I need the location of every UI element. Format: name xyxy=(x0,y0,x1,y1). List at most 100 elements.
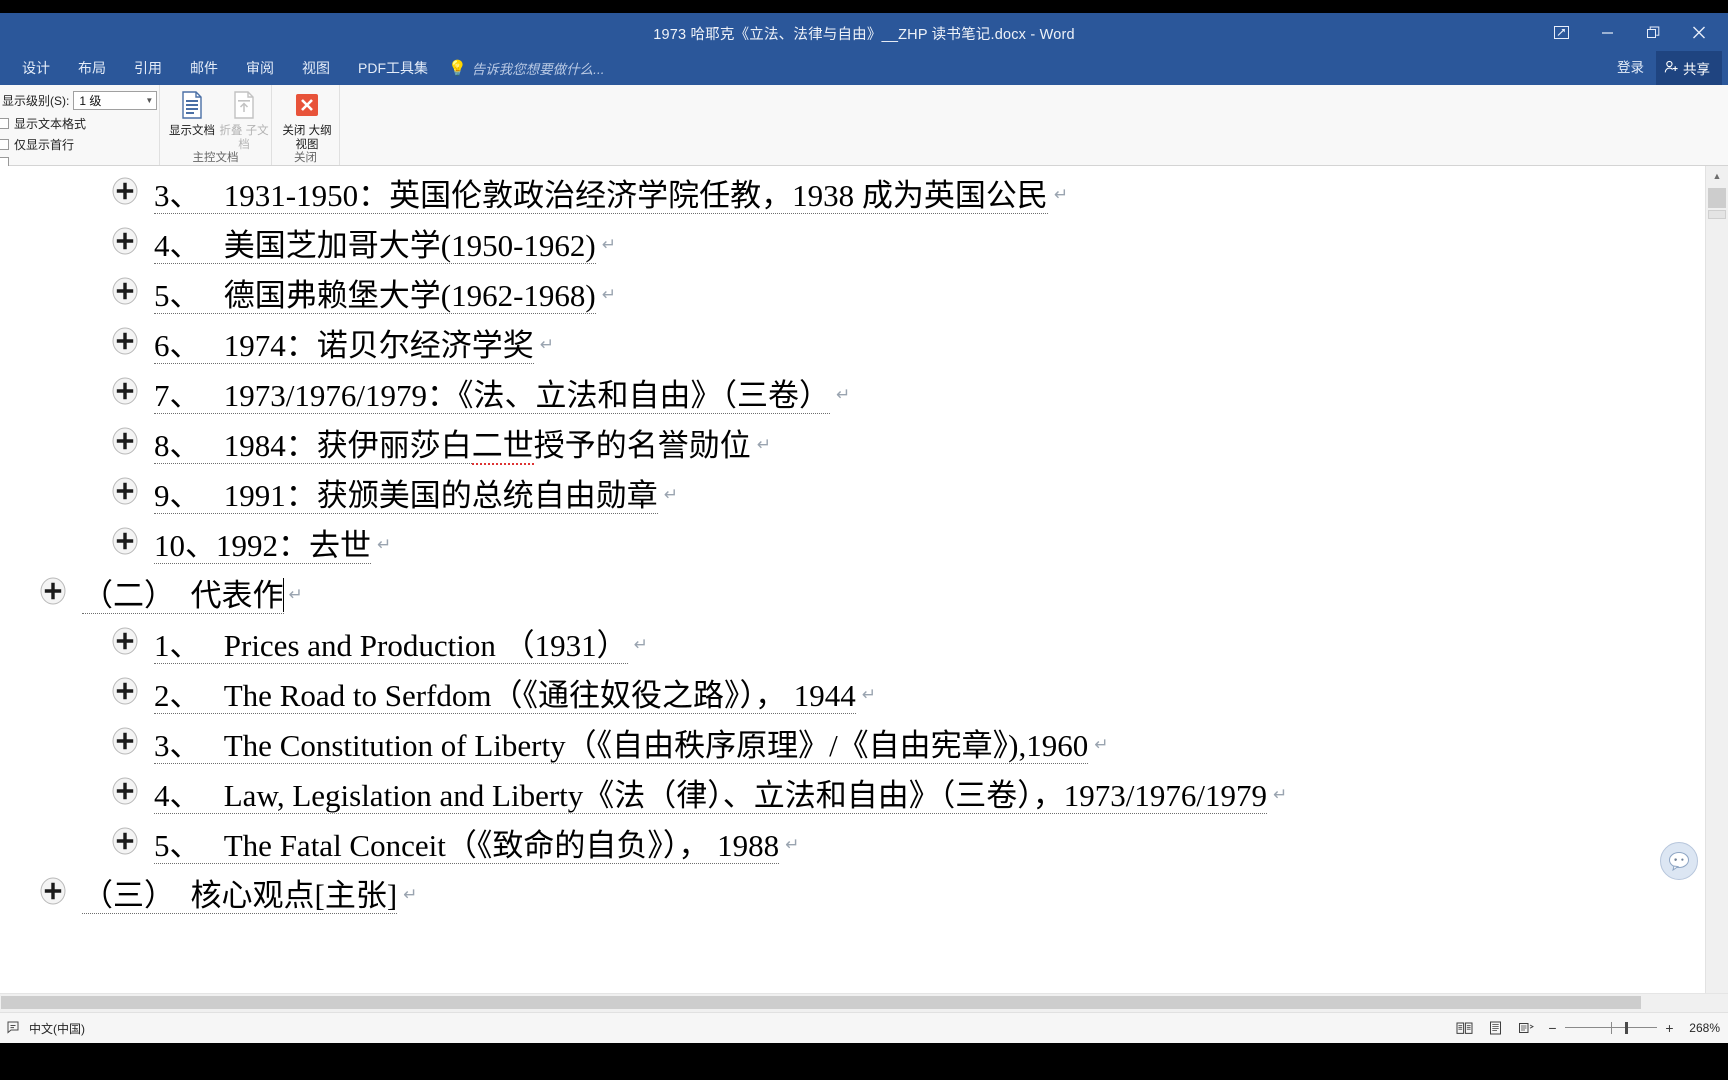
status-bar-right: − + 268% xyxy=(1454,1013,1720,1043)
outline-line[interactable]: 7、 1973/1976/1979：《法、立法和自由》（三卷） ↵ xyxy=(0,370,1706,420)
outline-line[interactable]: 4、 美国芝加哥大学(1950-1962) ↵ xyxy=(0,220,1706,270)
tab-review[interactable]: 审阅 xyxy=(232,51,288,85)
close-outline-view-button[interactable]: 关闭 大纲视图 xyxy=(280,89,334,152)
outline-line-text[interactable]: 4、 美国芝加哥大学(1950-1962) ↵ xyxy=(154,220,1706,270)
outline-line-text[interactable]: 2、 The Road to Serfdom（《通往奴役之路》）， 1944 ↵ xyxy=(154,670,1706,720)
outline-line[interactable]: 8、 1984：获伊丽莎白二世授予的名誉勋位 ↵ xyxy=(0,420,1706,470)
outline-line[interactable]: 6、 1974：诺贝尔经济学奖 ↵ xyxy=(0,320,1706,370)
account-area: 登录 共享 xyxy=(1607,51,1722,85)
print-layout-icon[interactable] xyxy=(1485,1019,1505,1037)
language-status[interactable]: 中文(中国) xyxy=(29,1020,85,1037)
vertical-scrollbar[interactable]: ▲ xyxy=(1705,166,1728,1012)
outline-line-text[interactable]: 5、 德国弗赖堡大学(1962-1968) ↵ xyxy=(154,270,1706,320)
outline-line-text[interactable]: 7、 1973/1976/1979：《法、立法和自由》（三卷） ↵ xyxy=(154,370,1706,420)
show-text-formatting-checkbox[interactable]: 显示文本格式 xyxy=(0,115,86,132)
tab-design[interactable]: 设计 xyxy=(8,51,64,85)
expand-plus-icon[interactable] xyxy=(110,776,140,806)
scroll-up-arrow-icon[interactable]: ▲ xyxy=(1706,166,1728,186)
zoom-level-label[interactable]: 268% xyxy=(1682,1021,1720,1035)
ribbon-tabs: 设计 布局 引用 邮件 审阅 视图 PDF工具集 💡 告诉我您想要做什么... xyxy=(8,51,614,85)
vertical-scroll-thumb[interactable] xyxy=(1708,188,1726,208)
outline-line-text[interactable]: 5、 The Fatal Conceit（《致命的自负》）， 1988 ↵ xyxy=(154,820,1706,870)
expand-plus-icon[interactable] xyxy=(38,876,68,906)
outline-content[interactable]: 3、 1931-1950：英国伦敦政治经济学院任教，1938 成为英国公民 ↵ 4、… xyxy=(0,166,1706,1012)
tab-mailings[interactable]: 邮件 xyxy=(176,51,232,85)
outline-line-text[interactable]: （三） 核心观点[主张] ↵ xyxy=(82,870,1706,920)
outline-line[interactable]: 9、 1991：获颁美国的总统自由勋章 ↵ xyxy=(0,470,1706,520)
zoom-out-button[interactable]: − xyxy=(1547,1020,1558,1036)
checkbox-box-icon xyxy=(0,139,9,150)
expand-plus-icon[interactable] xyxy=(110,326,140,356)
outline-line-text[interactable]: 4、 Law, Legislation and Liberty《法（律）、立法和… xyxy=(154,770,1706,820)
web-layout-icon[interactable] xyxy=(1516,1019,1536,1037)
expand-plus-icon[interactable] xyxy=(110,726,140,756)
outline-line-text[interactable]: 8、 1984：获伊丽莎白二世授予的名誉勋位 ↵ xyxy=(154,420,1706,470)
paragraph-mark-icon: ↵ xyxy=(539,335,554,354)
share-button[interactable]: 共享 xyxy=(1656,51,1722,85)
outline-line[interactable]: 10、1992：去世 ↵ xyxy=(0,520,1706,570)
outline-line[interactable]: 3、 1931-1950：英国伦敦政治经济学院任教，1938 成为英国公民 ↵ xyxy=(0,170,1706,220)
expand-plus-icon[interactable] xyxy=(110,476,140,506)
expand-plus-icon[interactable] xyxy=(110,826,140,856)
close-button[interactable] xyxy=(1676,16,1722,48)
outline-line-text[interactable]: 9、 1991：获颁美国的总统自由勋章 ↵ xyxy=(154,470,1706,520)
expand-plus-icon[interactable] xyxy=(110,376,140,406)
outline-line[interactable]: 1、 Prices and Production （1931） ↵ xyxy=(0,620,1706,670)
outline-line[interactable]: 3、 The Constitution of Liberty（《自由秩序原理》/… xyxy=(0,720,1706,770)
expand-plus-icon[interactable] xyxy=(110,176,140,206)
zoom-in-button[interactable]: + xyxy=(1664,1020,1675,1036)
outline-line-text[interactable]: 3、 The Constitution of Liberty（《自由秩序原理》/… xyxy=(154,720,1706,770)
sign-in-button[interactable]: 登录 xyxy=(1607,51,1654,85)
tab-layout[interactable]: 布局 xyxy=(64,51,120,85)
tell-me-label: 告诉我您想要做什么... xyxy=(471,62,605,77)
outline-line-text[interactable]: （二） 代表作 ↵ xyxy=(82,570,1706,620)
window-title: 1973 哈耶克《立法、法律与自由》__ZHP 读书笔记.docx - Word xyxy=(653,27,1075,43)
split-window-handle[interactable] xyxy=(1708,210,1726,219)
proofing-errors-icon[interactable] xyxy=(6,1020,20,1037)
show-level-dropdown[interactable]: 1 级 ▼ xyxy=(73,91,158,110)
expand-plus-icon[interactable] xyxy=(110,226,140,256)
ribbon-group-close: 关闭 大纲视图 关闭 xyxy=(272,85,340,165)
zoom-slider-midpoint xyxy=(1611,1022,1612,1034)
show-level-row: 显示级别(S): 1 级 ▼ xyxy=(2,91,158,110)
show-document-button[interactable]: 显示文档 xyxy=(166,89,218,138)
document-area[interactable]: 3、 1931-1950：英国伦敦政治经济学院任教，1938 成为英国公民 ↵ 4、… xyxy=(0,166,1728,1012)
outline-line[interactable]: 2、 The Road to Serfdom（《通往奴役之路》）， 1944 ↵ xyxy=(0,670,1706,720)
minimize-button[interactable] xyxy=(1584,16,1630,48)
expand-plus-icon[interactable] xyxy=(38,576,68,606)
read-mode-icon[interactable] xyxy=(1454,1019,1474,1037)
outline-line[interactable]: （二） 代表作 ↵ xyxy=(0,570,1706,620)
outline-line[interactable]: 4、 Law, Legislation and Liberty《法（律）、立法和… xyxy=(0,770,1706,820)
tell-me-search[interactable]: 💡 告诉我您想要做什么... xyxy=(442,51,614,85)
outline-line[interactable]: 5、 The Fatal Conceit（《致命的自负》）， 1988 ↵ xyxy=(0,820,1706,870)
paragraph-mark-icon: ↵ xyxy=(288,585,303,604)
checkbox-box-icon xyxy=(0,118,9,129)
restore-button[interactable] xyxy=(1630,16,1676,48)
tab-view[interactable]: 视图 xyxy=(288,51,344,85)
tab-references[interactable]: 引用 xyxy=(120,51,176,85)
collapse-subdocuments-label-2: 子文档 xyxy=(238,125,269,151)
expand-plus-icon[interactable] xyxy=(110,276,140,306)
outline-line-text[interactable]: 1、 Prices and Production （1931） ↵ xyxy=(154,620,1706,670)
zoom-slider[interactable] xyxy=(1565,1022,1657,1034)
show-first-line-only-label: 仅显示首行 xyxy=(14,138,75,152)
zoom-slider-thumb[interactable] xyxy=(1625,1022,1628,1034)
outline-line-text[interactable]: 6、 1974：诺贝尔经济学奖 ↵ xyxy=(154,320,1706,370)
expand-plus-icon[interactable] xyxy=(110,626,140,656)
tab-pdf-toolkit[interactable]: PDF工具集 xyxy=(344,51,442,85)
ribbon-tab-strip: 设计 布局 引用 邮件 审阅 视图 PDF工具集 💡 告诉我您想要做什么... … xyxy=(0,51,1728,85)
outline-line-text[interactable]: 10、1992：去世 ↵ xyxy=(154,520,1706,570)
horizontal-scrollbar[interactable] xyxy=(0,993,1728,1012)
zoom-control: − + 268% xyxy=(1547,1020,1720,1036)
expand-plus-icon[interactable] xyxy=(110,426,140,456)
show-first-line-only-checkbox[interactable]: 仅显示首行 xyxy=(0,136,74,153)
ribbon-display-options-icon[interactable] xyxy=(1538,16,1584,48)
expand-plus-icon[interactable] xyxy=(110,526,140,556)
horizontal-scroll-thumb[interactable] xyxy=(1,996,1641,1009)
assistant-bubble-icon[interactable] xyxy=(1660,842,1698,880)
outline-line[interactable]: （三） 核心观点[主张] ↵ xyxy=(0,870,1706,920)
outline-line[interactable]: 5、 德国弗赖堡大学(1962-1968) ↵ xyxy=(0,270,1706,320)
paragraph-mark-icon: ↵ xyxy=(835,385,851,404)
expand-plus-icon[interactable] xyxy=(110,676,140,706)
outline-line-text[interactable]: 3、 1931-1950：英国伦敦政治经济学院任教，1938 成为英国公民 ↵ xyxy=(154,170,1706,220)
